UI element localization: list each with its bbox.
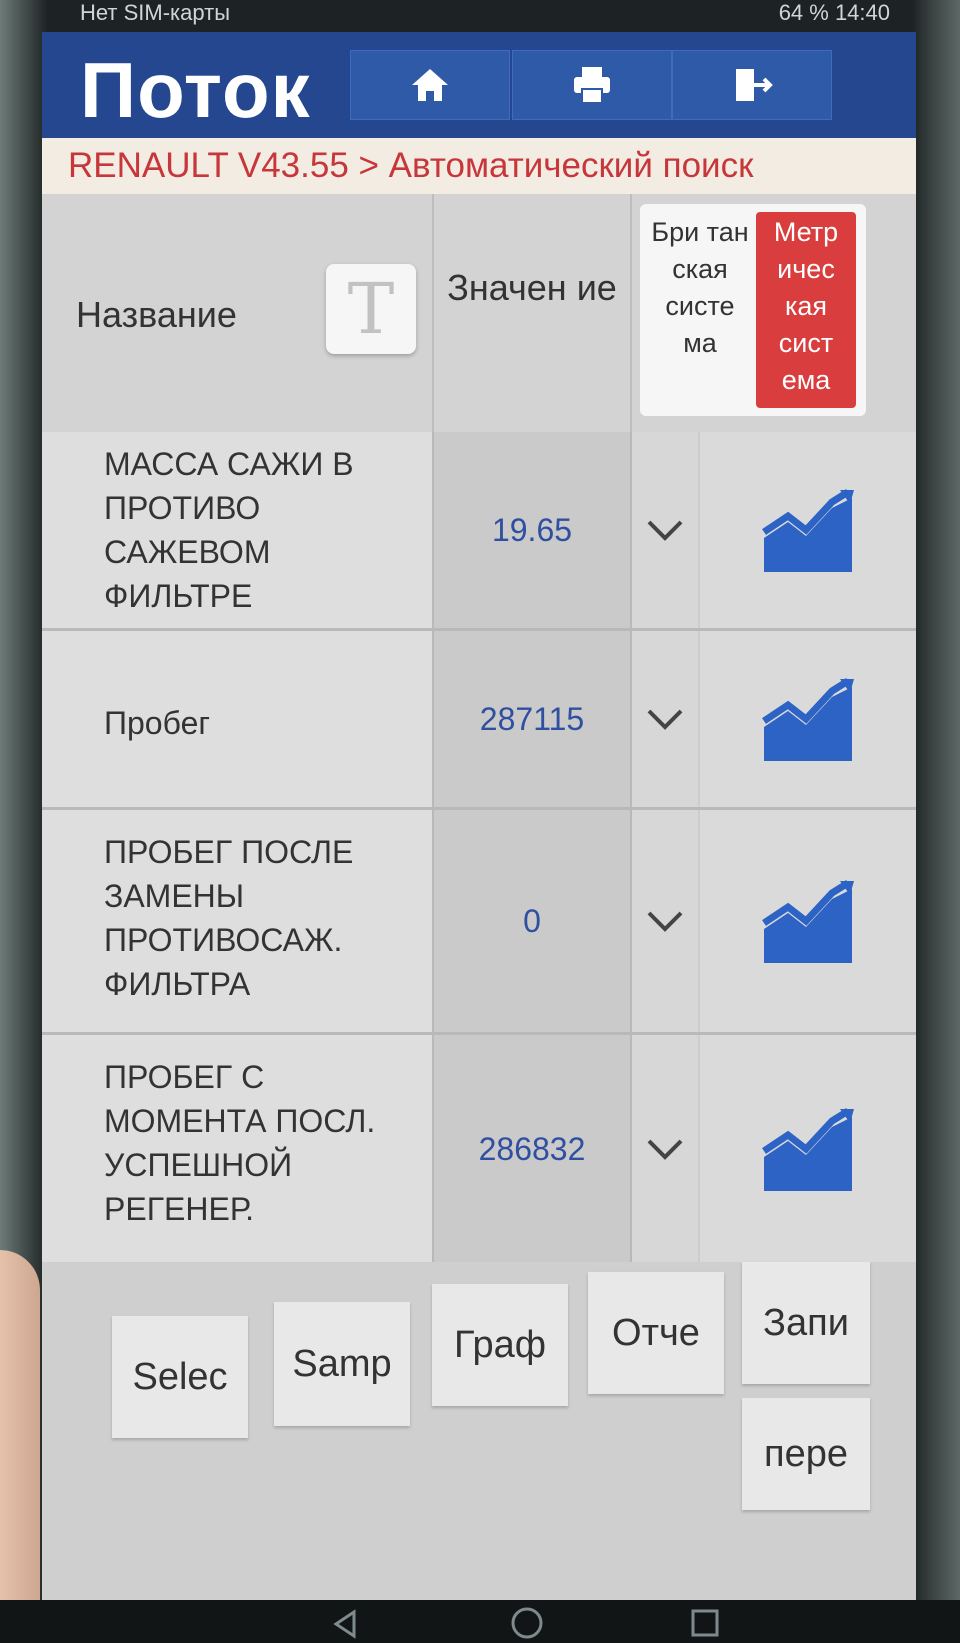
unit-system-toggle: Бри тан ская систе ма Метр ичес кая сист…: [640, 204, 866, 416]
row-name: Пробег: [104, 705, 211, 741]
sample-button[interactable]: Samp: [274, 1302, 410, 1426]
home-nav-icon[interactable]: [510, 1606, 544, 1640]
header-value-cell: Значен ие: [434, 194, 632, 432]
table-row[interactable]: Пробег 287115: [42, 631, 916, 810]
line-chart-icon: [762, 678, 854, 761]
table-row[interactable]: МАССА САЖИ В ПРОТИВО САЖЕВОМ ФИЛЬТРЕ 19.…: [42, 432, 916, 631]
british-system-button[interactable]: Бри тан ская систе ма: [648, 214, 752, 362]
line-chart-icon: [762, 489, 854, 572]
status-bar: Нет SIM-карты 64 % 14:40: [40, 0, 920, 30]
row-value: 286832: [478, 1130, 586, 1167]
header-value-label: Значен ие: [447, 267, 617, 308]
row-name: МАССА САЖИ В ПРОТИВО САЖЕВОМ ФИЛЬТРЕ: [104, 446, 354, 614]
row-value-cell: 287115: [434, 631, 632, 807]
row-graph-button[interactable]: [700, 432, 916, 628]
line-chart-icon: [762, 880, 854, 963]
row-expand-button[interactable]: [632, 810, 700, 1032]
bottom-toolbar: Selec Samp Граф Отче Запи пере: [42, 1262, 916, 1602]
row-value: 287115: [479, 700, 585, 737]
table-row[interactable]: ПРОБЕГ ПОСЛЕ ЗАМЕНЫ ПРОТИВОСАЖ. ФИЛЬТРА …: [42, 810, 916, 1035]
row-value: 0: [523, 902, 541, 939]
record-button[interactable]: Запи: [742, 1262, 870, 1384]
select-button[interactable]: Selec: [112, 1316, 248, 1438]
row-value: 19.65: [491, 511, 573, 548]
android-nav-bar: [0, 1600, 960, 1643]
recents-icon[interactable]: [690, 1608, 720, 1638]
exit-button[interactable]: [672, 50, 832, 120]
row-value-cell: 0: [434, 810, 632, 1032]
row-value-cell: 286832: [434, 1035, 632, 1263]
status-battery-time: 64 % 14:40: [778, 0, 890, 25]
page-title: Поток: [80, 46, 311, 134]
home-icon: [412, 69, 448, 101]
graph-button[interactable]: Граф: [432, 1284, 568, 1406]
row-expand-button[interactable]: [632, 631, 700, 807]
row-name-cell: ПРОБЕГ ПОСЛЕ ЗАМЕНЫ ПРОТИВОСАЖ. ФИЛЬТРА: [42, 810, 434, 1032]
row-value-cell: 19.65: [434, 432, 632, 628]
finger-overlay: [0, 1250, 40, 1643]
app-screen: Поток RENAULT V43.55 > Автоматический по…: [42, 32, 916, 1602]
print-button[interactable]: [512, 50, 672, 120]
row-name-cell: МАССА САЖИ В ПРОТИВО САЖЕВОМ ФИЛЬТРЕ: [42, 432, 434, 628]
table-header: Название T Значен ие Бри тан ская систе …: [42, 194, 916, 432]
text-size-button[interactable]: T: [326, 264, 416, 354]
back-icon[interactable]: [330, 1608, 362, 1640]
status-sim-text: Нет SIM-карты: [80, 0, 231, 25]
report-button[interactable]: Отче: [588, 1272, 724, 1394]
chevron-down-icon: [647, 520, 683, 541]
next-button[interactable]: пере: [742, 1398, 870, 1510]
app-header: Поток: [42, 32, 916, 138]
header-name-label: Название: [76, 294, 237, 335]
row-graph-button[interactable]: [700, 810, 916, 1032]
home-button[interactable]: [350, 50, 510, 120]
row-graph-button[interactable]: [700, 631, 916, 807]
row-expand-button[interactable]: [632, 1035, 700, 1263]
header-name-cell: Название T: [42, 194, 434, 432]
table-row[interactable]: ПРОБЕГ С МОМЕНТА ПОСЛ. УСПЕШНОЙ РЕГЕНЕР.…: [42, 1035, 916, 1263]
row-name: ПРОБЕГ ПОСЛЕ ЗАМЕНЫ ПРОТИВОСАЖ. ФИЛЬТРА: [104, 834, 354, 1002]
chevron-down-icon: [647, 1139, 683, 1160]
metric-system-button[interactable]: Метр ичес кая сист ема: [756, 212, 856, 408]
row-graph-button[interactable]: [700, 1035, 916, 1263]
breadcrumb: RENAULT V43.55 > Автоматический поиск: [42, 138, 916, 194]
exit-icon: [736, 69, 773, 101]
line-chart-icon: [762, 1108, 854, 1191]
chevron-down-icon: [647, 911, 683, 932]
row-name-cell: Пробег: [42, 631, 434, 807]
row-name-cell: ПРОБЕГ С МОМЕНТА ПОСЛ. УСПЕШНОЙ РЕГЕНЕР.: [42, 1035, 434, 1263]
row-expand-button[interactable]: [632, 432, 700, 628]
printer-icon: [574, 67, 610, 104]
chevron-down-icon: [647, 709, 683, 730]
row-name: ПРОБЕГ С МОМЕНТА ПОСЛ. УСПЕШНОЙ РЕГЕНЕР.: [104, 1059, 376, 1227]
